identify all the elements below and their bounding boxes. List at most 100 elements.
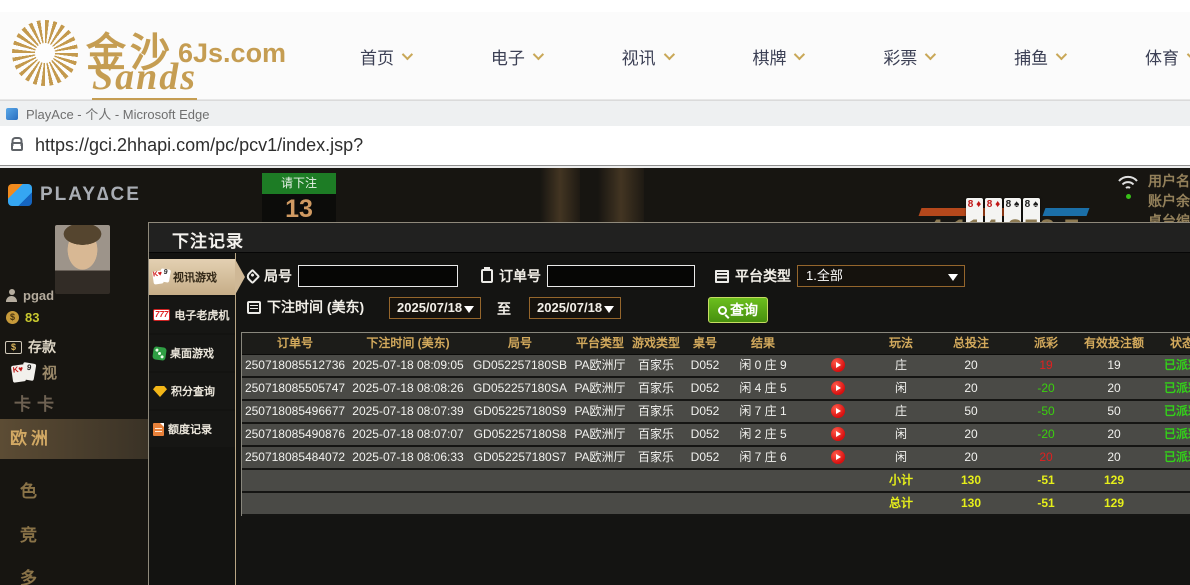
cell-order-id: 250718085496677: [244, 404, 346, 418]
column-header-bet-time: 下注时间 (美东): [366, 336, 450, 350]
column-header-valid-bet: 有效投注额: [1083, 336, 1144, 350]
grand-total-row-round-id: [468, 493, 572, 514]
nav-item-0[interactable]: 首页: [360, 44, 414, 69]
cell-order-id: 250718085505747: [244, 381, 346, 395]
cell-play-type: 闲: [894, 381, 907, 395]
order-input[interactable]: [547, 265, 695, 287]
video-menu-item[interactable]: K♥ 9 视: [10, 361, 57, 383]
deposit-label: 存款: [28, 339, 56, 355]
platform-select[interactable]: 1.全部: [797, 265, 965, 287]
nav-item-3[interactable]: 棋牌: [752, 44, 806, 69]
tab-quota-records[interactable]: 额度记录: [149, 411, 235, 447]
to-label-wrap: 至: [497, 301, 511, 317]
subtotal-row-bet-time: [348, 470, 468, 491]
cell-payout: -20: [1037, 381, 1055, 395]
cell-payout: -50: [1037, 404, 1055, 418]
grand-total-row-table-id: [684, 493, 726, 514]
tab-points-query[interactable]: 积分查询: [149, 373, 235, 409]
menu-item-jing[interactable]: 竞: [20, 521, 37, 546]
cell-table-id: D052: [690, 427, 720, 441]
nav-item-5[interactable]: 捕鱼: [1014, 44, 1068, 69]
edge-favicon-icon: [6, 107, 18, 120]
cell-bet-time: 2025-07-18 08:08:26: [352, 381, 464, 395]
cell-valid-bet: 20: [1107, 450, 1121, 464]
chevron-down-icon: [401, 48, 414, 61]
bet-records-table: 订单号 下注时间 (美东) 局号 平台类型 游戏类型 桌号 结果 玩法 总投注 派彩 有效投注额 状态…: [241, 332, 1190, 516]
tab-slots[interactable]: 777 电子老虎机: [149, 297, 235, 333]
cell-payout: -20: [1037, 427, 1055, 441]
nav-item-1[interactable]: 电子: [491, 44, 544, 69]
playace-brand: PLAY∆CE: [40, 184, 141, 205]
search-icon: [718, 305, 727, 315]
table-row: 250718085484072 2025-07-18 08:06:33 GD0522…: [242, 447, 1190, 470]
cell-status: 已派彩: [1163, 427, 1190, 441]
cell-platform: PA欧洲厅: [574, 381, 626, 395]
cell-bet-time: 2025-07-18 08:09:05: [352, 358, 464, 372]
grand-total-row-play-type: 总计: [888, 496, 913, 510]
cell-round-id: GD052257180SA: [472, 381, 568, 395]
dropdown-arrow-icon: [948, 274, 958, 281]
cell-order-id: 250718085512736: [244, 358, 346, 372]
url-text[interactable]: https://gci.2hhapi.com/pc/pcv1/index.jsp…: [35, 135, 363, 156]
menu-item-se[interactable]: 色: [20, 477, 37, 502]
dropdown-arrow-icon: [464, 306, 475, 313]
bet-time-field: 下注时间 (美东): [247, 297, 364, 317]
cards-icon: K♥ 9: [152, 268, 172, 285]
deposit-button[interactable]: $ 存款: [5, 337, 56, 357]
cell-status: 已派彩: [1163, 404, 1190, 418]
address-bar[interactable]: https://gci.2hhapi.com/pc/pcv1/index.jsp…: [0, 126, 1190, 166]
cell-play-type: 闲: [894, 450, 907, 464]
cell-replay: [800, 424, 876, 445]
replay-play-icon[interactable]: [831, 404, 845, 418]
column-header-order-id: 订单号: [276, 336, 313, 350]
replay-play-icon[interactable]: [831, 358, 845, 372]
table-row: 250718085505747 2025-07-18 08:08:26 GD0522…: [242, 378, 1190, 401]
replay-play-icon[interactable]: [831, 450, 845, 464]
cell-status: 已派彩: [1163, 450, 1190, 464]
tab-video-games[interactable]: K♥ 9 视讯游戏: [149, 259, 245, 295]
nav-item-2[interactable]: 视讯: [622, 44, 675, 69]
deposit-icon: $: [5, 340, 22, 354]
money-bag-icon: $: [6, 311, 19, 324]
dropdown-arrow-icon: [604, 306, 615, 313]
subtotal-row-table-id: [684, 470, 726, 491]
cell-result: 闲 4 庄 5: [739, 381, 787, 395]
cell-play-type: 庄: [894, 404, 907, 418]
cell-play-type: 闲: [894, 427, 907, 441]
cell-game-type: 百家乐: [637, 381, 674, 395]
round-input[interactable]: [298, 265, 458, 287]
menu-item-duo[interactable]: 多: [20, 564, 37, 585]
replay-play-icon[interactable]: [831, 427, 845, 441]
date-to-picker[interactable]: 2025/07/18: [529, 297, 622, 319]
chevron-down-icon: [1055, 48, 1068, 61]
menu-item-kk[interactable]: 卡卡: [14, 390, 60, 415]
cell-status: 已派彩: [1163, 358, 1190, 372]
grand-total-row-payout: -51: [1037, 496, 1055, 510]
balance-label: 账户余额: [1148, 193, 1190, 209]
modal-sidebar: K♥ 9 视讯游戏 777 电子老虎机 桌面游戏 积分查询 额度记录: [149, 253, 245, 585]
cell-total-bet: 20: [964, 450, 978, 464]
cell-platform: PA欧洲厅: [574, 404, 626, 418]
cell-table-id: D052: [690, 381, 720, 395]
column-header-game-type: 游戏类型: [631, 336, 680, 350]
grand-total-row-result: [726, 493, 800, 514]
subtotal-row-game-type: [628, 470, 684, 491]
chevron-down-icon: [532, 48, 544, 61]
menu-item-europe[interactable]: 欧洲: [0, 419, 148, 459]
cell-payout: 19: [1039, 358, 1053, 372]
date-from-picker[interactable]: 2025/07/18: [389, 297, 482, 319]
cell-table-id: D052: [690, 358, 720, 372]
cell-bet-time: 2025-07-18 08:07:39: [352, 404, 464, 418]
nav-item-6[interactable]: 体育: [1145, 44, 1190, 69]
bet-prompt-label: 请下注: [262, 173, 336, 194]
cell-platform: PA欧洲厅: [574, 450, 626, 464]
tab-table-games[interactable]: 桌面游戏: [149, 335, 235, 371]
search-button[interactable]: 查询: [708, 297, 768, 323]
chevron-down-icon: [925, 48, 937, 61]
cell-play-type: 庄: [894, 358, 907, 372]
replay-play-icon[interactable]: [831, 381, 845, 395]
coins-value: 83: [25, 310, 40, 325]
chevron-down-icon: [663, 48, 675, 61]
nav-item-4[interactable]: 彩票: [883, 44, 937, 69]
person-icon: [6, 289, 17, 302]
